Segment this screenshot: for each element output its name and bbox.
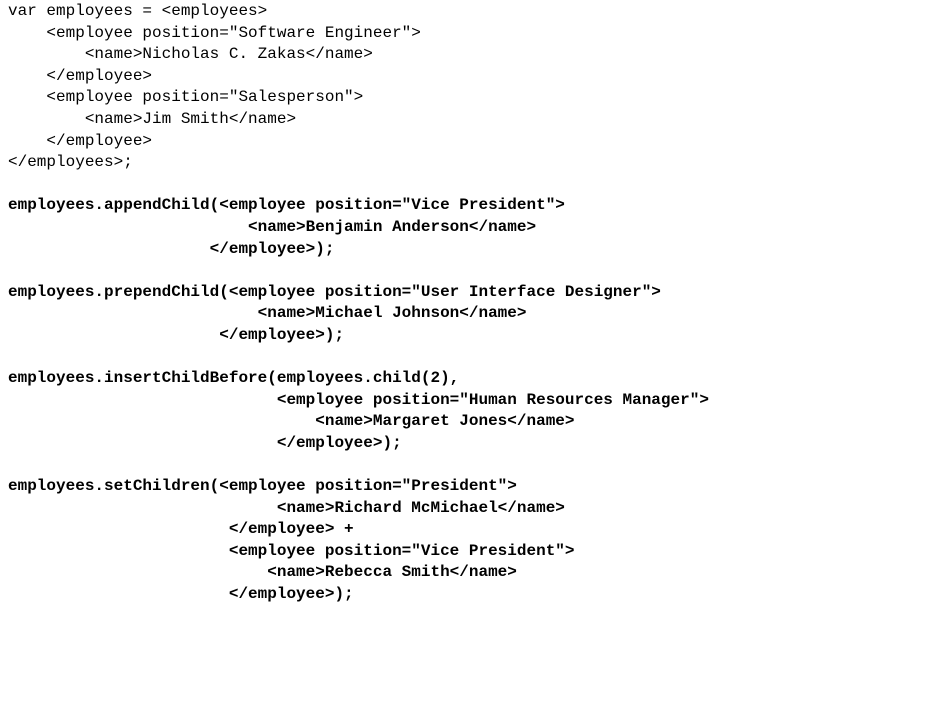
code-line: <employee position="Salesperson"> <box>8 88 364 107</box>
code-line: </employee> + <box>8 520 354 539</box>
code-line: </employee>); <box>8 325 345 344</box>
code-line: var employees = <employees> <box>8 2 268 20</box>
code-line: </employee>); <box>8 433 402 452</box>
code-line: </employees>; <box>8 153 133 172</box>
code-line: </employee>); <box>8 239 335 258</box>
code-line: <name>Richard McMichael</name> <box>8 498 565 517</box>
code-line: <employee position="Software Engineer"> <box>8 23 421 42</box>
code-line: <name>Margaret Jones</name> <box>8 412 575 431</box>
code-line: employees.insertChildBefore(employees.ch… <box>8 369 460 388</box>
code-line: employees.prependChild(<employee positio… <box>8 282 661 301</box>
code-line: </employee> <box>8 131 153 150</box>
code-line: <name>Nicholas C. Zakas</name> <box>8 45 373 64</box>
code-line: <employee position="Human Resources Mana… <box>8 390 709 409</box>
code-line: </employee> <box>8 66 153 85</box>
code-listing: var employees = <employees> <employee po… <box>8 1 709 606</box>
code-line: <name>Michael Johnson</name> <box>8 304 527 323</box>
code-line: <name>Benjamin Anderson</name> <box>8 217 537 236</box>
code-line: employees.appendChild(<employee position… <box>8 196 565 215</box>
code-line: <name>Jim Smith</name> <box>8 109 297 128</box>
code-line: <employee position="Vice President"> <box>8 541 575 560</box>
code-line: employees.setChildren(<employee position… <box>8 477 517 496</box>
code-line: </employee>); <box>8 585 354 604</box>
code-line: <name>Rebecca Smith</name> <box>8 563 517 582</box>
